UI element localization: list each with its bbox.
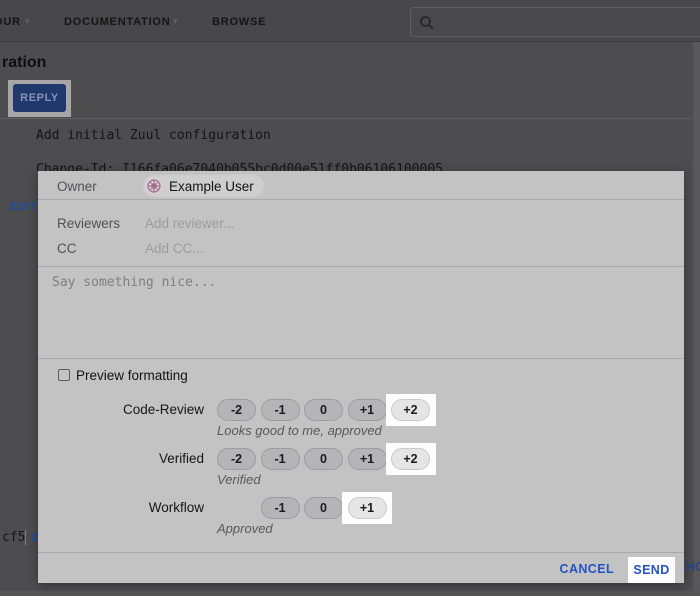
commit-message: Add initial Zuul configuration [36, 128, 271, 143]
chevron-down-icon: ▾ [173, 16, 178, 27]
vote-button-workflow--1[interactable]: -1 [261, 497, 300, 519]
divider [38, 199, 684, 200]
search-input[interactable] [410, 7, 700, 37]
footer-edge [0, 591, 700, 596]
nav-item-documentation[interactable]: DOCUMENTATION [64, 16, 171, 28]
chevron-down-icon: ▾ [25, 16, 30, 27]
vote-pills: -10+1 [217, 497, 447, 519]
nav-item-your[interactable]: OUR [0, 16, 21, 28]
score-row: Verified -2-10+1+2 Verified [38, 441, 684, 490]
send-highlight-box: SEND [628, 557, 675, 583]
add-cc-input[interactable]: Add CC... [145, 241, 204, 256]
owner-name: Example User [169, 179, 254, 194]
vote-button-verified-+1[interactable]: +1 [348, 448, 387, 470]
reply-dialog: Owner Example User Reviewers Add reviewe… [38, 171, 684, 583]
dialog-actions: CANCEL SEND [38, 552, 684, 583]
score-row: Code-Review -2-10+1+2 Looks good to me, ap… [38, 392, 684, 441]
avatar [145, 177, 163, 195]
vote-button-code-review-+2[interactable]: +2 [391, 399, 430, 421]
vote-button-code-review-+1[interactable]: +1 [348, 399, 387, 421]
score-row: Workflow -10+1 Approved [38, 490, 684, 539]
vote-button-verified-0[interactable]: 0 [304, 448, 343, 470]
score-hint: Looks good to me, approved [217, 423, 382, 438]
owner-chip[interactable]: Example User [143, 175, 264, 197]
cc-label: CC [57, 241, 77, 256]
add-reviewer-input[interactable]: Add reviewer... [145, 216, 234, 231]
page-title: ration [2, 54, 46, 72]
vote-button-verified--2[interactable]: -2 [217, 448, 256, 470]
vote-button-verified--1[interactable]: -1 [261, 448, 300, 470]
reply-button[interactable]: REPLY [13, 84, 66, 112]
content-divider [0, 118, 692, 119]
score-label: Code-Review [38, 402, 204, 417]
nav-item-browse[interactable]: BROWSE [212, 16, 266, 28]
search-icon [419, 15, 435, 36]
preview-formatting-checkbox[interactable] [58, 369, 70, 381]
preview-formatting-label: Preview formatting [76, 368, 188, 383]
cancel-button[interactable]: CANCEL [560, 562, 614, 576]
reply-highlight-box: REPLY [8, 80, 71, 117]
reply-message-textarea[interactable]: Say something nice... [52, 275, 216, 290]
edit-link[interactable]: EDIT [10, 201, 37, 213]
vote-button-workflow-0[interactable]: 0 [304, 497, 343, 519]
background-link-partial[interactable]: HO [686, 560, 700, 574]
vote-button-workflow-+1[interactable]: +1 [348, 497, 387, 519]
reviewers-label: Reviewers [57, 216, 120, 231]
score-label: Workflow [38, 500, 204, 515]
commit-sha-partial: cf5 [2, 530, 25, 545]
vote-pills: -2-10+1+2 [217, 399, 447, 421]
vote-button-code-review-0[interactable]: 0 [304, 399, 343, 421]
owner-label: Owner [57, 179, 97, 194]
vote-button-code-review--1[interactable]: -1 [261, 399, 300, 421]
score-hint: Verified [217, 472, 261, 487]
score-rows: Code-Review-2-10+1+2Looks good to me, ap… [38, 392, 684, 539]
vote-pills: -2-10+1+2 [217, 448, 447, 470]
divider [38, 266, 684, 267]
scrollbar[interactable] [693, 42, 700, 596]
divider [38, 358, 684, 359]
score-hint: Approved [217, 521, 273, 536]
top-navbar: OUR ▾ DOCUMENTATION ▾ BROWSE [0, 0, 700, 42]
gerrit-reply-screenshot: OUR ▾ DOCUMENTATION ▾ BROWSE ration REPL… [0, 0, 700, 596]
vote-button-code-review--2[interactable]: -2 [217, 399, 256, 421]
vote-button-verified-+2[interactable]: +2 [391, 448, 430, 470]
score-label: Verified [38, 451, 204, 466]
divider [25, 530, 26, 545]
send-button[interactable]: SEND [633, 563, 669, 577]
